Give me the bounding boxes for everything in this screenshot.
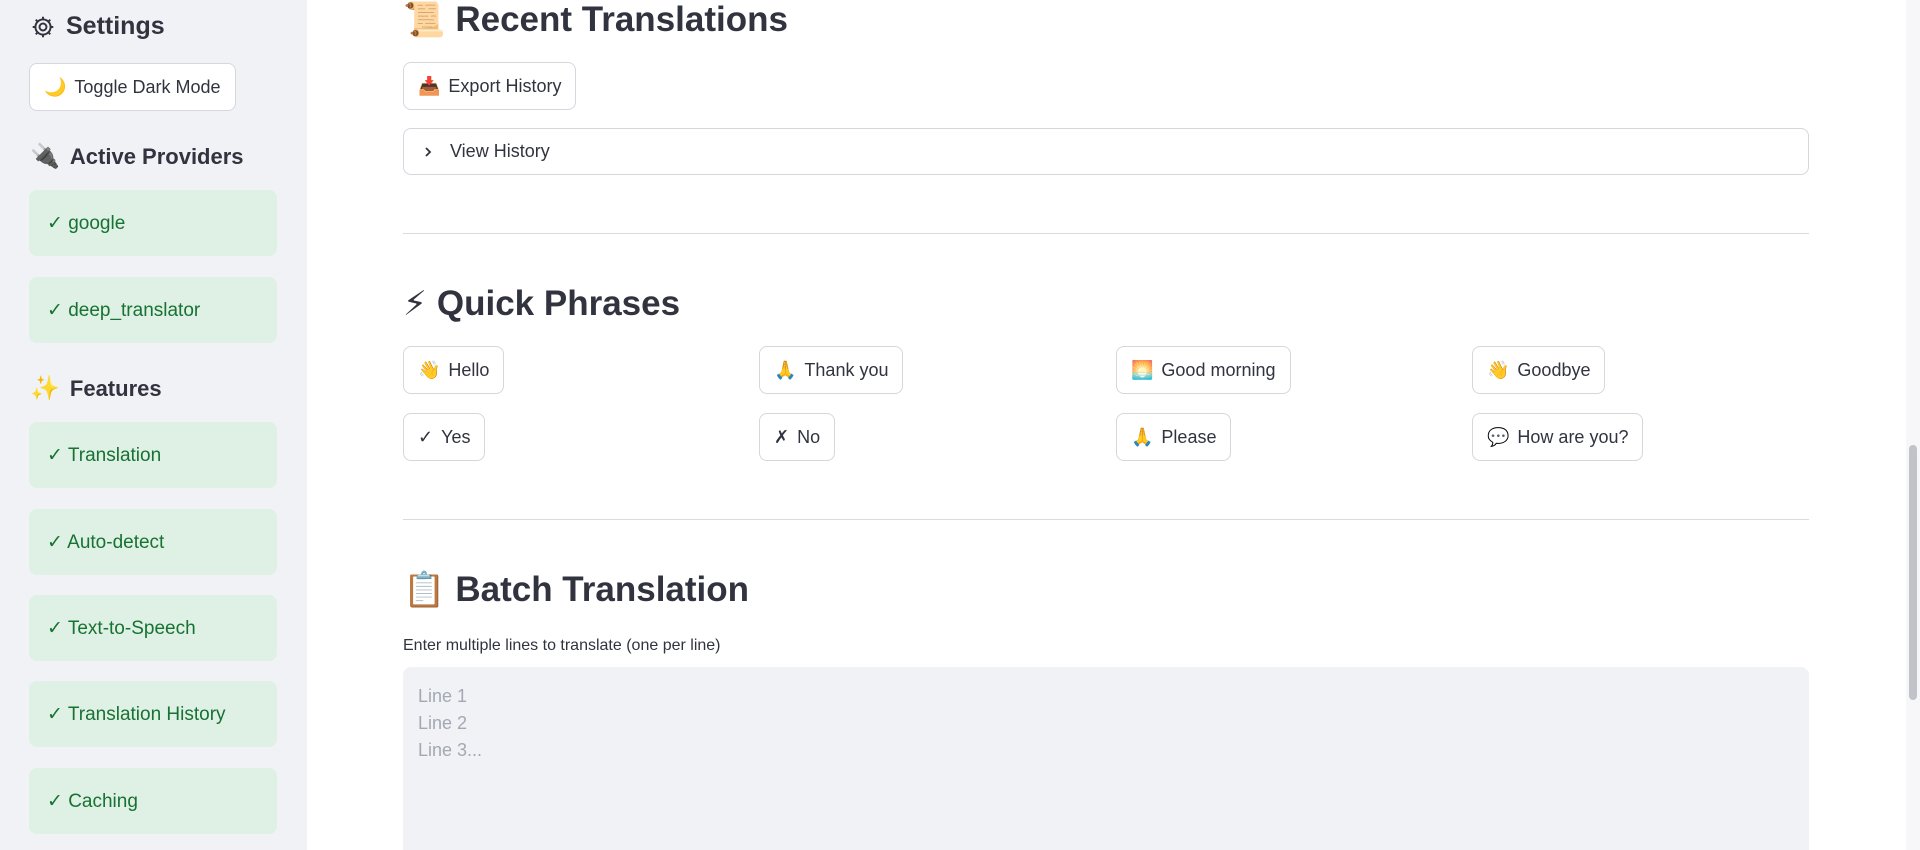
waving-hand-icon: 👋: [418, 360, 441, 380]
recent-translations-heading: 📜 Recent Translations: [403, 0, 788, 40]
provider-item-google: ✓ google: [29, 190, 277, 256]
clipboard-icon: 📋: [403, 571, 446, 609]
quick-phrases-title: Quick Phrases: [436, 284, 681, 323]
scrollbar-thumb[interactable]: [1909, 445, 1917, 700]
scrollbar-track[interactable]: [1906, 0, 1920, 850]
phrase-button-thank-you[interactable]: 🙏 Thank you: [759, 346, 904, 394]
phrase-label: No: [797, 426, 821, 447]
feature-item-translation: ✓ Translation: [29, 422, 277, 488]
phrase-label: Goodbye: [1517, 359, 1591, 380]
phrase-label: How are you?: [1517, 426, 1629, 447]
features-heading: ✨ Features: [30, 376, 162, 402]
plug-icon: 🔌: [30, 143, 60, 170]
phrase-button-yes[interactable]: ✓ Yes: [403, 413, 486, 461]
batch-input-textarea[interactable]: Line 1 Line 2 Line 3...: [403, 667, 1809, 850]
divider: [403, 233, 1809, 234]
view-history-expander[interactable]: View History: [403, 128, 1809, 175]
feature-item-auto-detect: ✓ Auto-detect: [29, 509, 277, 575]
batch-input-label: Enter multiple lines to translate (one p…: [403, 637, 721, 654]
phrase-button-no[interactable]: ✗ No: [759, 413, 836, 461]
chevron-right-icon: [425, 146, 432, 157]
phrase-button-goodbye[interactable]: 👋 Goodbye: [1472, 346, 1606, 394]
moon-icon: 🌙: [44, 77, 67, 97]
phrase-button-hello[interactable]: 👋 Hello: [403, 346, 505, 394]
folded-hands-icon: 🙏: [1131, 427, 1154, 447]
inbox-tray-icon: 📥: [418, 76, 441, 96]
speech-bubble-icon: 💬: [1487, 427, 1510, 447]
phrase-label: Hello: [448, 359, 490, 380]
folded-hands-icon: 🙏: [774, 360, 797, 380]
provider-item-deep-translator: ✓ deep_translator: [29, 277, 277, 343]
scroll-icon: 📜: [403, 1, 446, 39]
batch-translation-title: Batch Translation: [455, 570, 750, 609]
phrase-button-good-morning[interactable]: 🌅 Good morning: [1116, 346, 1291, 394]
phrase-button-please[interactable]: 🙏 Please: [1116, 413, 1232, 461]
phrase-label: Good morning: [1161, 359, 1276, 380]
recent-translations-title: Recent Translations: [455, 0, 788, 39]
waving-hand-icon: 👋: [1487, 360, 1510, 380]
cross-icon: ✗: [774, 427, 790, 447]
sidebar: Settings 🌙 Toggle Dark Mode 🔌 Active Pro…: [0, 0, 307, 850]
gear-icon: [32, 16, 54, 37]
sunrise-icon: 🌅: [1131, 360, 1154, 380]
feature-item-text-to-speech: ✓ Text-to-Speech: [29, 595, 277, 661]
toggle-dark-mode-label: Toggle Dark Mode: [74, 76, 221, 97]
features-title: Features: [69, 376, 162, 401]
quick-phrases-heading: ⚡ Quick Phrases: [403, 284, 680, 324]
lightning-icon: ⚡: [403, 285, 427, 323]
settings-title: Settings: [66, 12, 165, 40]
export-history-button[interactable]: 📥 Export History: [403, 62, 577, 110]
phrase-button-how-are-you[interactable]: 💬 How are you?: [1472, 413, 1644, 461]
active-providers-title: Active Providers: [69, 144, 244, 169]
batch-translation-heading: 📋 Batch Translation: [403, 570, 749, 610]
feature-item-caching: ✓ Caching: [29, 768, 277, 834]
toggle-dark-mode-button[interactable]: 🌙 Toggle Dark Mode: [29, 63, 236, 111]
view-history-label: View History: [450, 141, 550, 161]
divider: [403, 519, 1809, 520]
phrase-label: Thank you: [804, 359, 889, 380]
phrase-label: Yes: [441, 426, 471, 447]
check-icon: ✓: [418, 427, 434, 447]
phrase-label: Please: [1161, 426, 1217, 447]
feature-item-translation-history: ✓ Translation History: [29, 681, 277, 747]
settings-heading: Settings: [30, 12, 165, 41]
export-history-label: Export History: [448, 75, 562, 96]
active-providers-heading: 🔌 Active Providers: [30, 144, 244, 170]
sparkles-icon: ✨: [30, 375, 60, 402]
